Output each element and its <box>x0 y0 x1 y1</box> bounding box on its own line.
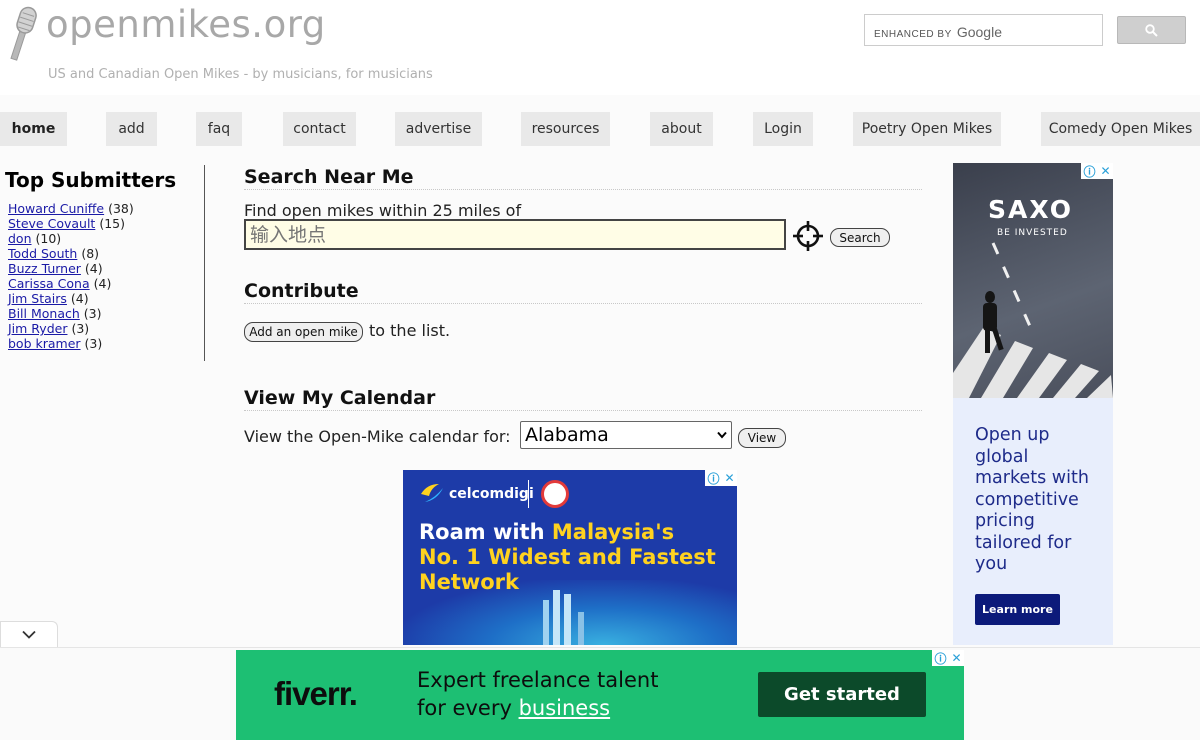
view-calendar-button[interactable]: View <box>738 428 786 448</box>
fiverr-ad-copy: Expert freelance talent for every busine… <box>417 668 659 720</box>
site-tagline: US and Canadian Open Mikes - by musician… <box>48 67 433 82</box>
fiverr-ad[interactable]: fiverr. Expert freelance talent for ever… <box>236 650 964 740</box>
celcomdigi-headline: Roam with Malaysia's No. 1 Widest and Fa… <box>419 520 716 594</box>
add-open-mike-button[interactable]: Add an open mike <box>244 322 363 342</box>
enhanced-by-google-label: ENHANCED BY Google <box>874 24 1002 40</box>
ad-divider <box>528 480 529 508</box>
state-select-value: Alabama <box>525 424 609 446</box>
celcomdigi-logo-icon <box>421 484 443 502</box>
submitter-count: (3) <box>71 321 90 336</box>
list-item: Todd South (8) <box>8 246 134 261</box>
list-item: Buzz Turner (4) <box>8 261 134 276</box>
skyline-illustration <box>543 590 584 645</box>
crosshair-icon[interactable] <box>792 220 824 252</box>
submitter-link[interactable]: bob kramer <box>8 336 81 351</box>
submitter-count: (3) <box>84 336 103 351</box>
submitter-count: (4) <box>84 261 103 276</box>
fiverr-logo: fiverr. <box>274 675 358 712</box>
close-icon[interactable]: ✕ <box>951 651 961 665</box>
submitter-count: (15) <box>99 216 125 231</box>
collapse-ad-tab[interactable] <box>0 621 58 647</box>
adchoices-badge[interactable]: ⓘ ✕ <box>705 470 737 486</box>
nav-comedy-open-mikes[interactable]: Comedy Open Mikes <box>1041 112 1200 146</box>
site-logo[interactable]: openmikes.org <box>46 3 326 46</box>
submitter-count: (4) <box>93 276 112 291</box>
nav-add[interactable]: add <box>106 112 157 146</box>
list-item: Howard Cuniffe (38) <box>8 201 134 216</box>
asean-logo <box>541 480 569 508</box>
submitter-count: (8) <box>81 246 100 261</box>
close-icon[interactable]: ✕ <box>1100 164 1110 178</box>
nav-poetry-open-mikes[interactable]: Poetry Open Mikes <box>853 112 1001 146</box>
submitter-link[interactable]: Jim Ryder <box>8 321 67 336</box>
nav-login[interactable]: Login <box>753 112 813 146</box>
list-item: Jim Stairs (4) <box>8 291 134 306</box>
location-input[interactable] <box>244 219 786 250</box>
submitter-link[interactable]: Steve Covault <box>8 216 95 231</box>
contribute-heading: Contribute <box>244 279 922 304</box>
chevron-down-icon <box>22 630 36 639</box>
top-submitters-heading: Top Submitters <box>5 168 177 192</box>
view-calendar-section: View My Calendar View the Open-Mike cale… <box>244 386 922 456</box>
submitter-link[interactable]: Howard Cuniffe <box>8 201 104 216</box>
submitter-count: (38) <box>108 201 134 216</box>
list-item: Carissa Cona (4) <box>8 276 134 291</box>
saxo-ad-copy: Open up global markets with competitive … <box>975 425 1089 574</box>
submitter-link[interactable]: don <box>8 231 32 246</box>
adchoices-info-icon[interactable]: ⓘ <box>934 650 946 667</box>
state-select[interactable]: Alabama <box>520 421 732 449</box>
submitter-count: (4) <box>70 291 89 306</box>
saxo-ad[interactable]: SAXO BE INVESTED Open up global markets … <box>953 163 1113 645</box>
adchoices-badge[interactable]: ⓘ ✕ <box>1081 163 1113 179</box>
saxo-tagline: BE INVESTED <box>997 228 1068 238</box>
list-item: bob kramer (3) <box>8 336 134 351</box>
view-calendar-heading: View My Calendar <box>244 386 922 411</box>
adchoices-info-icon[interactable]: ⓘ <box>1083 163 1095 180</box>
submitter-link[interactable]: Jim Stairs <box>8 291 67 306</box>
list-item: Bill Monach (3) <box>8 306 134 321</box>
nav-about[interactable]: about <box>650 112 713 146</box>
close-icon[interactable]: ✕ <box>724 471 734 485</box>
calendar-label: View the Open-Mike calendar for: <box>244 427 511 446</box>
google-search-button[interactable] <box>1117 16 1186 44</box>
nav-contact[interactable]: contact <box>283 112 356 146</box>
submitter-link[interactable]: Todd South <box>8 246 77 261</box>
list-item: Jim Ryder (3) <box>8 321 134 336</box>
list-item: don (10) <box>8 231 134 246</box>
to-the-list-text: to the list. <box>369 321 451 340</box>
nav-advertise[interactable]: advertise <box>395 112 482 146</box>
submitter-link[interactable]: Carissa Cona <box>8 276 90 291</box>
find-within-label: Find open mikes within 25 miles of <box>244 201 522 220</box>
chevron-down-icon <box>717 431 727 439</box>
adchoices-badge[interactable]: ⓘ ✕ <box>932 650 964 666</box>
list-item: Steve Covault (15) <box>8 216 134 231</box>
search-icon <box>1145 23 1158 37</box>
saxo-brand: SAXO <box>988 195 1073 224</box>
submitter-link[interactable]: Bill Monach <box>8 306 80 321</box>
get-started-button[interactable]: Get started <box>758 672 926 717</box>
search-near-me-heading: Search Near Me <box>244 165 922 190</box>
nav-resources[interactable]: resources <box>521 112 610 146</box>
contribute-section: Contribute Add an open mike to the list. <box>244 279 922 349</box>
submitter-count: (3) <box>83 306 102 321</box>
submitters-list: Howard Cuniffe (38) Steve Covault (15) d… <box>8 201 134 351</box>
nav-faq[interactable]: faq <box>196 112 242 146</box>
top-submitters-panel: Top Submitters Howard Cuniffe (38) Steve… <box>0 165 205 361</box>
main-nav: home add faq contact advertise resources… <box>0 112 1200 146</box>
celcomdigi-ad[interactable]: celcomdigi Roam with Malaysia's No. 1 Wi… <box>403 470 737 645</box>
google-search-input[interactable]: ENHANCED BY Google <box>864 14 1103 46</box>
learn-more-button[interactable]: Learn more <box>975 594 1060 625</box>
submitter-link[interactable]: Buzz Turner <box>8 261 81 276</box>
search-near-button[interactable]: Search <box>830 228 890 247</box>
microphone-icon <box>10 6 37 61</box>
nav-home[interactable]: home <box>0 112 67 146</box>
saxo-ad-image: SAXO BE INVESTED <box>953 163 1113 398</box>
submitter-count: (10) <box>35 231 62 246</box>
celcomdigi-brand: celcomdigi <box>449 486 534 502</box>
adchoices-info-icon[interactable]: ⓘ <box>707 470 719 487</box>
site-header: openmikes.org US and Canadian Open Mikes… <box>0 0 1200 95</box>
search-near-me-section: Search Near Me Find open mikes within 25… <box>244 165 922 265</box>
